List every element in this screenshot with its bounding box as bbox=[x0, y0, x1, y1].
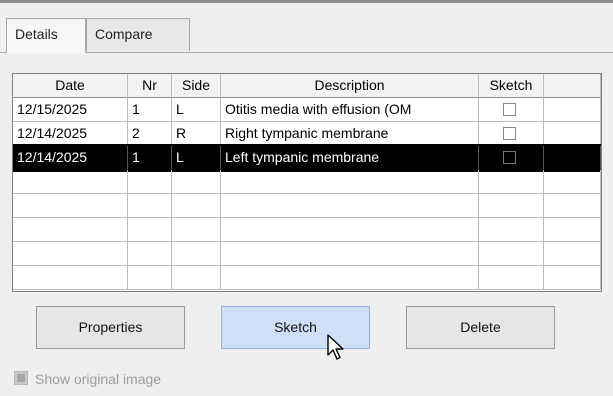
cell-date bbox=[13, 170, 128, 194]
sketch-checkbox[interactable] bbox=[503, 103, 516, 116]
cell-side bbox=[172, 242, 221, 266]
cell-extra bbox=[544, 146, 601, 170]
column-header-side[interactable]: Side bbox=[172, 74, 221, 98]
arrow-cursor-icon bbox=[327, 334, 344, 360]
cell-side bbox=[172, 266, 221, 290]
table-row-selected[interactable]: 12/14/2025 1 L Left tympanic membrane bbox=[13, 144, 601, 172]
cell-date: 12/14/2025 bbox=[13, 122, 128, 146]
table-row[interactable]: 12/14/2025 2 R Right tympanic membrane bbox=[13, 122, 601, 146]
cell-extra bbox=[544, 218, 601, 242]
cell-extra bbox=[544, 266, 601, 290]
table-row-empty[interactable] bbox=[13, 170, 601, 194]
show-original-image-label: Show original image bbox=[35, 371, 162, 387]
cell-extra bbox=[544, 98, 601, 122]
cell-description: Otitis media with effusion (OM bbox=[221, 98, 479, 122]
cell-side bbox=[172, 170, 221, 194]
column-header-date[interactable]: Date bbox=[13, 74, 128, 98]
table-header: Date Nr Side Description Sketch bbox=[13, 74, 601, 98]
cell-sketch bbox=[479, 170, 544, 194]
cell-description bbox=[221, 170, 479, 194]
cell-nr bbox=[128, 266, 172, 290]
cell-date bbox=[13, 194, 128, 218]
cell-date bbox=[13, 218, 128, 242]
column-header-sketch[interactable]: Sketch bbox=[479, 74, 544, 98]
cell-sketch bbox=[479, 194, 544, 218]
tab-divider bbox=[0, 52, 613, 53]
cell-extra bbox=[544, 170, 601, 194]
properties-button[interactable]: Properties bbox=[36, 306, 185, 349]
table-row[interactable]: 12/15/2025 1 L Otitis media with effusio… bbox=[13, 98, 601, 122]
cell-nr bbox=[128, 218, 172, 242]
cell-extra bbox=[544, 194, 601, 218]
cell-extra bbox=[544, 122, 601, 146]
table-row-empty[interactable] bbox=[13, 242, 601, 266]
cell-side: R bbox=[172, 122, 221, 146]
cell-description: Left tympanic membrane bbox=[221, 146, 479, 170]
cell-description bbox=[221, 242, 479, 266]
cell-side bbox=[172, 194, 221, 218]
sketch-checkbox[interactable] bbox=[503, 127, 516, 140]
cell-description bbox=[221, 194, 479, 218]
delete-button[interactable]: Delete bbox=[406, 306, 555, 349]
cell-sketch bbox=[479, 266, 544, 290]
checkbox-icon[interactable] bbox=[14, 371, 28, 385]
cell-nr: 1 bbox=[128, 146, 172, 170]
cell-date: 12/14/2025 bbox=[13, 146, 128, 170]
cell-nr bbox=[128, 242, 172, 266]
column-header-description[interactable]: Description bbox=[221, 74, 479, 98]
table-row-empty[interactable] bbox=[13, 266, 601, 290]
cell-date bbox=[13, 242, 128, 266]
top-divider bbox=[0, 0, 613, 3]
cell-extra bbox=[544, 242, 601, 266]
table-row-empty[interactable] bbox=[13, 218, 601, 242]
cell-nr: 1 bbox=[128, 98, 172, 122]
cell-description bbox=[221, 266, 479, 290]
cell-sketch bbox=[479, 146, 544, 170]
cell-sketch bbox=[479, 218, 544, 242]
tab-bar: Details Compare bbox=[0, 18, 613, 53]
cell-side: L bbox=[172, 146, 221, 170]
cell-side: L bbox=[172, 98, 221, 122]
cell-date: 12/15/2025 bbox=[13, 98, 128, 122]
cell-description bbox=[221, 218, 479, 242]
tab-details[interactable]: Details bbox=[6, 18, 86, 53]
cell-side bbox=[172, 218, 221, 242]
cell-sketch bbox=[479, 242, 544, 266]
records-table[interactable]: Date Nr Side Description Sketch 12/15/20… bbox=[12, 73, 602, 292]
column-header-extra[interactable] bbox=[544, 74, 601, 98]
sketch-checkbox[interactable] bbox=[503, 151, 516, 164]
cell-nr: 2 bbox=[128, 122, 172, 146]
cell-sketch bbox=[479, 122, 544, 146]
cell-description: Right tympanic membrane bbox=[221, 122, 479, 146]
table-row-empty[interactable] bbox=[13, 194, 601, 218]
cell-sketch bbox=[479, 98, 544, 122]
cell-nr bbox=[128, 194, 172, 218]
cell-date bbox=[13, 266, 128, 290]
cell-nr bbox=[128, 170, 172, 194]
tab-compare[interactable]: Compare bbox=[86, 18, 190, 51]
column-header-nr[interactable]: Nr bbox=[128, 74, 172, 98]
